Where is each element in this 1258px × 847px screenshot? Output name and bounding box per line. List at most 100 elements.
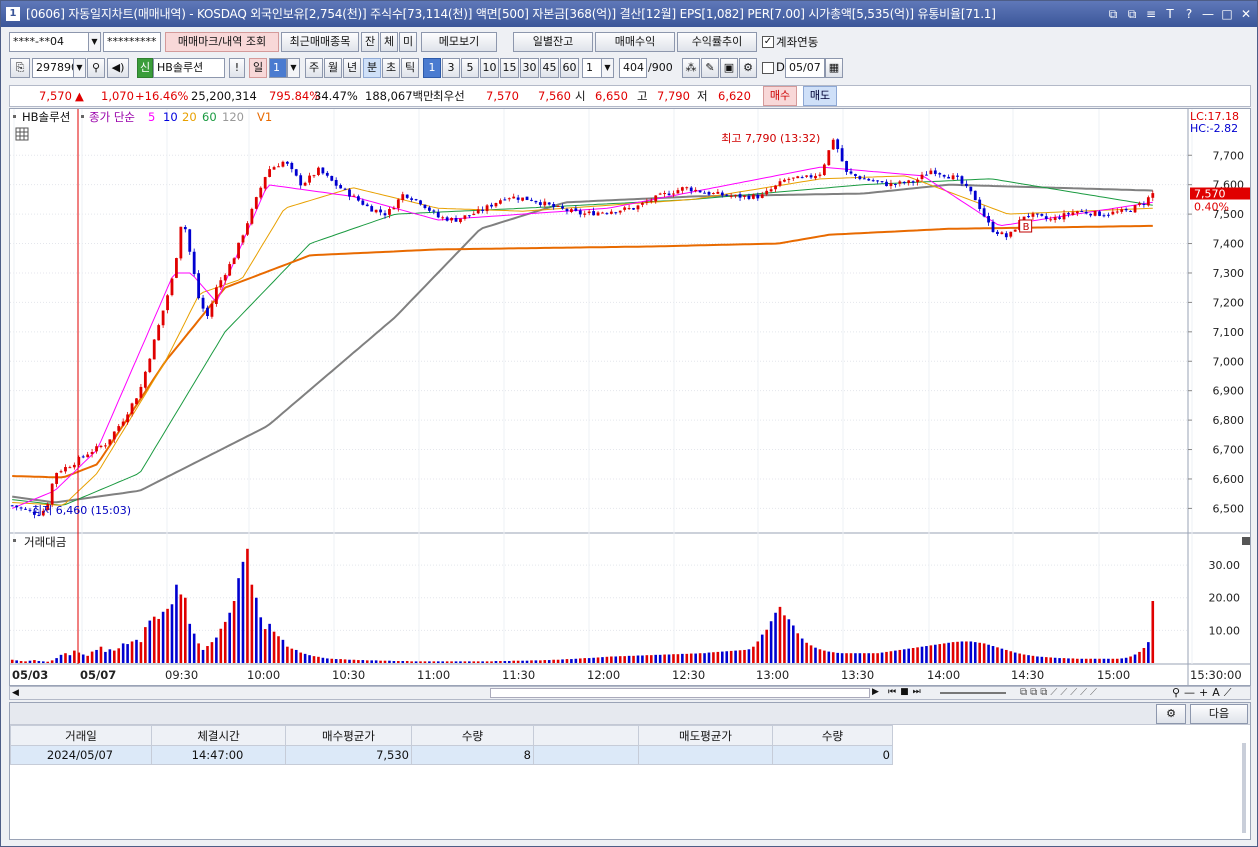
stock-name-field[interactable]: HB솔루션 (153, 58, 225, 78)
legend-stock-name[interactable]: HB솔루션 (22, 110, 70, 124)
chart-tools-icon[interactable]: ⧉⧉⧉⟋⟋⟋⟋⟋ (1020, 687, 1100, 698)
y-tick-label: 7,700 (1213, 149, 1245, 162)
period-number-field[interactable]: 1 (269, 58, 287, 78)
interval-30-button[interactable]: 30 (520, 58, 539, 78)
pin-icon[interactable]: ≡ (1144, 1, 1158, 27)
panel-settings-icon[interactable]: ⚙ (1156, 704, 1186, 724)
account-input[interactable]: ****-**04 (9, 32, 89, 52)
period-dropdown-icon[interactable]: ▼ (287, 58, 300, 78)
maximize-icon[interactable]: □ (1220, 1, 1234, 27)
calendar-icon[interactable]: ▦ (825, 58, 843, 78)
recent-trades-button[interactable]: 최근매매종목 (281, 32, 359, 52)
period-month-button[interactable]: 월 (324, 58, 342, 78)
col-sell-qty[interactable]: 수량 (772, 725, 893, 746)
copy-icon[interactable]: ⎘ (10, 58, 30, 78)
buy-button[interactable]: 매수 (763, 86, 797, 106)
memo-button[interactable]: 메모보기 (421, 32, 497, 52)
table-toggle-icon[interactable] (15, 127, 29, 141)
chart-area[interactable]: 7,700 7,600 7,500 7,400 7,300 7,200 7,100 7,000… (9, 108, 1251, 686)
volume-bar (144, 627, 147, 663)
legend-ma-10[interactable]: 10 (163, 110, 178, 124)
interval-5-button[interactable]: 5 (461, 58, 479, 78)
bar-count-input[interactable]: 404 (619, 58, 647, 78)
interval-dropdown-icon[interactable]: ▼ (601, 58, 614, 78)
help-icon[interactable]: ? (1182, 1, 1196, 27)
d-checkbox[interactable] (762, 62, 774, 74)
candle (645, 201, 649, 203)
interval-input[interactable]: 1 (582, 58, 602, 78)
volume-bar (441, 661, 445, 663)
trade-profit-button[interactable]: 매매수익 (595, 32, 675, 52)
price-volume-chart[interactable]: 7,7007,6007,5007,4007,3007,2007,1007,000… (10, 109, 1250, 685)
chart-scrollbar[interactable]: ◀ ▶ ⏮■⏭ ⧉⧉⧉⟋⟋⟋⟋⟋ ⚲—+A⟋ (9, 686, 1251, 700)
zoom-slider[interactable] (940, 692, 1006, 694)
return-trend-button[interactable]: 수익률추이 (677, 32, 757, 52)
draw-tool-icon[interactable]: ✎ (701, 58, 719, 78)
interval-10-button[interactable]: 10 (480, 58, 499, 78)
tab-jan[interactable]: 잔 (361, 32, 379, 52)
save-icon[interactable]: ▣ (720, 58, 738, 78)
account-link-checkbox[interactable]: ✓ (762, 36, 774, 48)
speaker-icon[interactable]: ◀) (107, 58, 129, 78)
date-input[interactable]: 05/07 (785, 58, 825, 78)
scroll-right-icon[interactable]: ▶ (872, 687, 879, 697)
volume-bar (50, 660, 54, 663)
interval-60-button[interactable]: 60 (560, 58, 579, 78)
close-icon[interactable]: ✕ (1239, 1, 1253, 27)
interval-3-button[interactable]: 3 (442, 58, 460, 78)
title-bar[interactable]: 1 [0606] 자동일지차트(매매내역) - KOSDAQ 외국인보유[2,7… (1, 1, 1257, 27)
legend-ma-120[interactable]: 120 (222, 110, 244, 124)
playback-controls-icon[interactable]: ⏮■⏭ (888, 687, 925, 697)
volume-bar (907, 648, 910, 663)
legend-ma-60[interactable]: 60 (202, 110, 217, 124)
volume-panel-title[interactable]: 거래대금 (24, 535, 66, 549)
sell-button[interactable]: 매도 (803, 86, 837, 106)
interval-45-button[interactable]: 45 (540, 58, 559, 78)
col-trade-date[interactable]: 거래일 (10, 725, 152, 746)
daily-balance-button[interactable]: 일별잔고 (513, 32, 593, 52)
account-dropdown-icon[interactable]: ▼ (88, 32, 101, 52)
stock-code-input[interactable]: 297890 (32, 58, 74, 78)
col-sell-avg[interactable]: 매도평균가 (638, 725, 773, 746)
panel-close-icon[interactable] (1242, 537, 1250, 545)
panel-scrollbar[interactable] (1242, 743, 1246, 833)
candle (680, 187, 684, 191)
volume-bar (934, 644, 937, 663)
stock-code-dropdown-icon[interactable]: ▼ (73, 58, 86, 78)
minimize-icon[interactable]: — (1201, 1, 1215, 27)
legend-ma-5[interactable]: 5 (148, 110, 155, 124)
font-icon[interactable]: T (1163, 1, 1177, 27)
volume-bar (929, 645, 933, 663)
buy-mark-icon[interactable]: B (1019, 219, 1033, 233)
interval-1-button[interactable]: 1 (423, 58, 441, 78)
next-button[interactable]: 다음 (1190, 704, 1248, 724)
zoom-tools-icon[interactable]: ⚲—+A⟋ (1172, 686, 1236, 700)
period-minute-button[interactable]: 분 (363, 58, 381, 78)
cascade-icon[interactable]: ⧉ (1125, 1, 1139, 27)
period-tick-button[interactable]: 틱 (401, 58, 419, 78)
period-year-button[interactable]: 년 (343, 58, 361, 78)
period-day-button[interactable]: 일 (249, 58, 267, 78)
period-second-button[interactable]: 초 (382, 58, 400, 78)
password-input[interactable]: ********* (103, 32, 161, 52)
warning-icon[interactable]: ! (229, 58, 245, 78)
table-row[interactable]: 2024/05/07 14:47:00 7,530 8 0 (10, 745, 893, 765)
tab-che[interactable]: 체 (380, 32, 398, 52)
col-buy-avg[interactable]: 매수평균가 (285, 725, 412, 746)
view-trades-button[interactable]: 매매마크/내역 조회 (165, 32, 279, 52)
scroll-left-icon[interactable]: ◀ (12, 688, 19, 698)
col-buy-qty[interactable]: 수량 (411, 725, 534, 746)
scroll-thumb[interactable] (490, 688, 870, 698)
settings-icon[interactable]: ⚙ (739, 58, 757, 78)
search-icon[interactable]: ⚲ (87, 58, 105, 78)
legend-ma-20[interactable]: 20 (182, 110, 197, 124)
interval-15-button[interactable]: 15 (500, 58, 519, 78)
legend-ma-label[interactable]: 종가 단순 (89, 110, 135, 124)
legend-v1[interactable]: V1 (257, 110, 272, 124)
col-exec-time[interactable]: 체결시간 (151, 725, 286, 746)
volume-bar (747, 649, 751, 663)
tab-mi[interactable]: 미 (399, 32, 417, 52)
indicator-icon[interactable]: ⁂ (682, 58, 700, 78)
period-week-button[interactable]: 주 (305, 58, 323, 78)
link-window-icon[interactable]: ⧉ (1106, 1, 1120, 27)
